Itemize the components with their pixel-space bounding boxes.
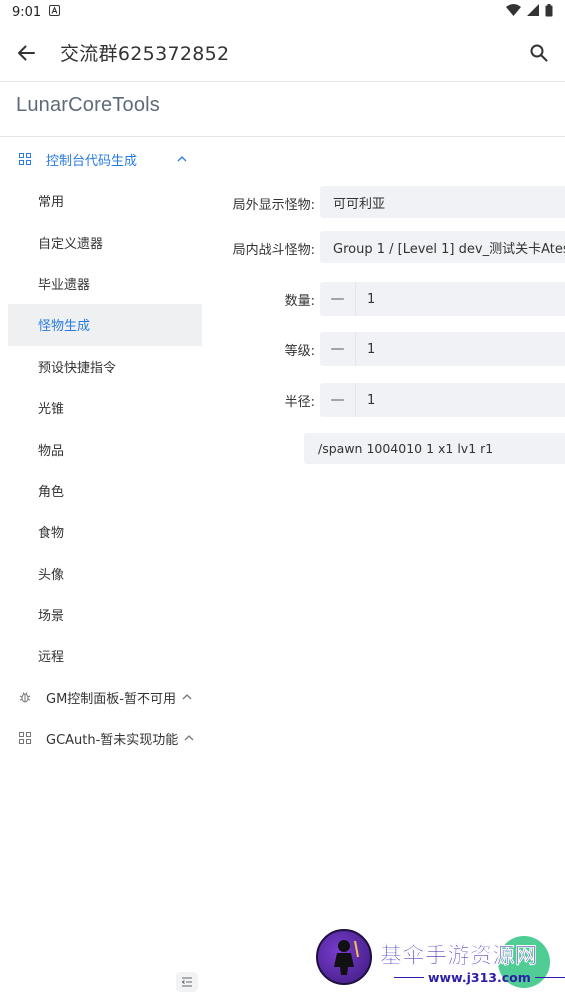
sidebar-collapse-button[interactable] — [176, 972, 198, 992]
sidebar-item-label: 物品 — [38, 443, 65, 459]
status-left: 9:01 — [12, 4, 61, 20]
sidebar-group-console-codegen[interactable]: 控制台代码生成 — [0, 138, 204, 180]
status-right — [506, 3, 553, 21]
count-row: 数量: — 1 — [204, 282, 565, 316]
level-stepper[interactable]: — 1 — [320, 332, 565, 366]
command-row: /spawn 1004010 1 x1 lv1 r1 — [204, 433, 565, 464]
sidebar-item-label: 毕业遗器 — [38, 277, 91, 293]
brand-title: LunarCoreTools — [16, 94, 160, 116]
watermark-line-right — [534, 977, 565, 978]
signal-icon — [527, 4, 539, 20]
grid-icon — [18, 731, 32, 745]
sidebar-item-label: 场景 — [38, 609, 65, 625]
radius-stepper[interactable]: — 1 — [320, 383, 565, 417]
arrow-left-icon — [18, 45, 35, 60]
sidebar-item-food[interactable]: 食物 — [0, 511, 204, 552]
sidebar-item-custom-relic[interactable]: 自定义遗器 — [0, 221, 204, 262]
watermark-url: www.j313.com — [394, 970, 565, 985]
radius-value[interactable]: 1 — [356, 393, 375, 408]
battery-icon — [545, 3, 553, 21]
collapse-menu-icon — [181, 977, 192, 987]
level-value[interactable]: 1 — [356, 342, 375, 357]
command-output[interactable]: /spawn 1004010 1 x1 lv1 r1 — [304, 433, 565, 464]
sidebar-item-avatar[interactable]: 头像 — [0, 553, 204, 594]
grid-icon — [18, 152, 32, 166]
sidebar-item-label: 远程 — [38, 650, 65, 666]
sidebar-item-scene[interactable]: 场景 — [0, 594, 204, 635]
status-bar: 9:01 — [0, 0, 565, 24]
sidebar-item-remote[interactable]: 远程 — [0, 635, 204, 676]
sidebar-group-label: 控制台代码生成 — [46, 153, 138, 169]
count-label: 数量: — [284, 293, 315, 309]
chevron-up-icon — [184, 735, 194, 741]
sidebar-item-graduate-relic[interactable]: 毕业遗器 — [0, 263, 204, 304]
radius-row: 半径: — 1 — [204, 383, 565, 417]
chevron-up-icon — [182, 694, 192, 700]
sidebar-group-label: GCAuth-暂未实现功能 — [46, 732, 179, 748]
sidebar-group-label: GM控制面板-暂不可用 — [46, 691, 176, 707]
sidebar-item-label: 角色 — [38, 484, 65, 500]
count-value[interactable]: 1 — [356, 292, 375, 307]
sidebar-item-label: 头像 — [38, 567, 65, 583]
wifi-icon — [506, 4, 521, 20]
level-decrement-button[interactable]: — — [320, 332, 356, 366]
radius-label: 半径: — [284, 394, 315, 410]
sidebar-item-label: 自定义遗器 — [38, 236, 104, 252]
sidebar-item-label: 怪物生成 — [38, 319, 91, 335]
sidebar-item-items[interactable]: 物品 — [0, 428, 204, 469]
search-icon — [530, 44, 548, 61]
outside-monster-label: 局外显示怪物: — [232, 197, 315, 213]
status-time: 9:01 — [12, 4, 42, 20]
count-stepper[interactable]: — 1 — [320, 282, 565, 316]
sidebar-item-common[interactable]: 常用 — [0, 180, 204, 221]
sidebar-item-preset-commands[interactable]: 预设快捷指令 — [0, 346, 204, 387]
brand-divider — [0, 136, 565, 137]
level-label: 等级: — [284, 343, 315, 359]
sidebar-item-light-cone[interactable]: 光锥 — [0, 387, 204, 428]
sidebar-group-gcauth[interactable]: GCAuth-暂未实现功能 — [0, 718, 204, 759]
watermark-line-left — [394, 977, 424, 978]
sidebar: 控制台代码生成 常用 自定义遗器 毕业遗器 怪物生成 预设快捷指令 光锥 物品 … — [0, 138, 204, 759]
battle-monster-select[interactable]: Group 1 / [Level 1] dev_测试关卡AtestLe — [320, 231, 565, 263]
a-notification-icon — [49, 4, 61, 20]
page-title: 交流群625372852 — [60, 43, 230, 65]
sidebar-item-label: 预设快捷指令 — [38, 360, 117, 376]
search-button[interactable] — [513, 27, 565, 79]
watermark-title: 基伞手游资源网 — [380, 944, 538, 969]
battle-monster-label: 局内战斗怪物: — [232, 242, 315, 258]
sidebar-item-label: 光锥 — [38, 402, 65, 418]
sidebar-item-characters[interactable]: 角色 — [0, 470, 204, 511]
chevron-up-icon — [177, 156, 187, 162]
sidebar-item-monster-spawn[interactable]: 怪物生成 — [8, 304, 202, 346]
bug-icon — [18, 690, 32, 704]
site-watermark: 基伞手游资源网 www.j313.com — [316, 928, 565, 992]
sidebar-item-label: 常用 — [38, 195, 65, 211]
sidebar-group-gm-panel[interactable]: GM控制面板-暂不可用 — [0, 677, 204, 718]
level-row: 等级: — 1 — [204, 332, 565, 366]
radius-decrement-button[interactable]: — — [320, 383, 356, 417]
back-button[interactable] — [0, 27, 52, 79]
outside-monster-row: 局外显示怪物: 可可利亚 — [204, 186, 565, 218]
count-decrement-button[interactable]: — — [320, 282, 356, 316]
sidebar-item-label: 食物 — [38, 526, 65, 542]
watermark-url-text: www.j313.com — [428, 970, 531, 985]
battle-monster-row: 局内战斗怪物: Group 1 / [Level 1] dev_测试关卡Ates… — [204, 231, 565, 263]
outside-monster-select[interactable]: 可可利亚 — [320, 186, 565, 218]
app-bar: 交流群625372852 — [0, 24, 565, 82]
watermark-logo — [316, 929, 372, 985]
